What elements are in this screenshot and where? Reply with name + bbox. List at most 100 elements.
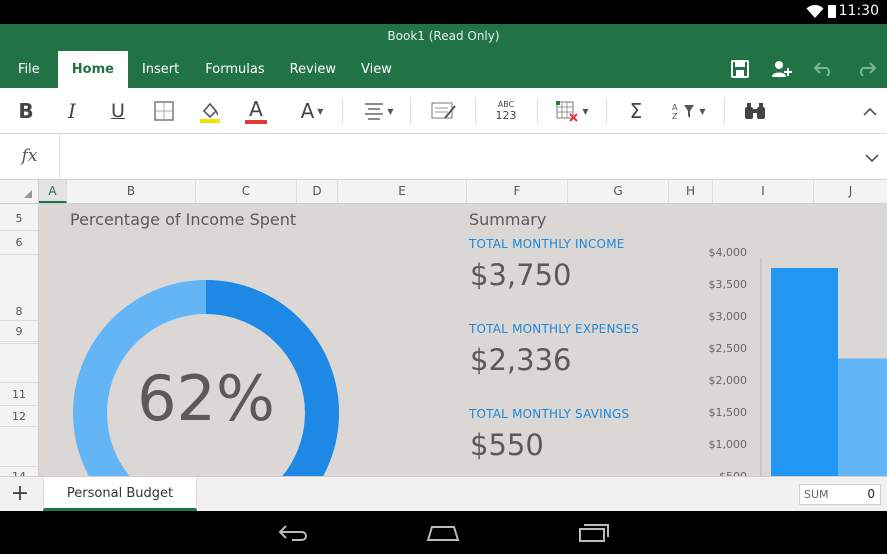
y-tick-label: $2,500 — [709, 342, 748, 355]
row-header-5[interactable]: 5 — [0, 204, 38, 231]
fill-color-icon[interactable] — [196, 96, 224, 126]
status-sum[interactable]: SUM 0 — [799, 484, 881, 505]
font-size-letter: A — [300, 99, 315, 123]
toolbar-divider — [410, 98, 411, 124]
font-size-button[interactable]: A ▼ — [292, 96, 332, 126]
status-bar: 11:30 — [0, 0, 887, 24]
bar — [771, 268, 838, 476]
chevron-down-icon: ▼ — [582, 106, 589, 116]
column-header-i[interactable]: I — [713, 180, 814, 203]
italic-button[interactable]: I — [58, 96, 86, 126]
row-header-12[interactable]: 12 — [0, 406, 38, 427]
borders-icon[interactable] — [150, 96, 178, 126]
wifi-icon — [806, 4, 824, 23]
title-actions — [719, 54, 887, 84]
savings-value: $550 — [470, 428, 544, 462]
tab-insert[interactable]: Insert — [128, 51, 193, 88]
toolbar-divider — [724, 98, 725, 124]
bold-button[interactable]: B — [12, 96, 40, 126]
sort-filter-button[interactable]: A Z ▼ — [668, 96, 710, 126]
ribbon-header: Book1 (Read Only) File Home Insert Formu… — [0, 24, 887, 88]
redo-icon[interactable] — [845, 54, 887, 84]
font-color-bar — [245, 119, 267, 124]
column-header-c[interactable]: C — [196, 180, 297, 203]
select-all-button[interactable] — [0, 180, 39, 203]
document-title: Book1 (Read Only) — [387, 29, 500, 43]
tab-home[interactable]: Home — [57, 51, 128, 88]
svg-text:A: A — [672, 103, 678, 112]
column-header-e[interactable]: E — [338, 180, 467, 203]
toolbar-divider — [475, 98, 476, 124]
row-header-10[interactable]: 10 — [0, 342, 38, 383]
toolbar-divider — [606, 98, 607, 124]
income-bar-chart: $4,000 $3,500 $3,000 $2,500 $2,000 $1,500 $1,0… — [699, 238, 887, 476]
y-tick-label: $1,500 — [709, 406, 748, 419]
row-header-13[interactable]: 13 — [0, 427, 38, 467]
toolbar-divider — [342, 98, 343, 124]
summary-title: Summary — [469, 210, 547, 229]
sum-label: SUM — [804, 488, 829, 501]
toolbar-divider — [537, 98, 538, 124]
income-value: $3,750 — [470, 258, 572, 292]
row-header-8-top — [0, 298, 38, 321]
sheet-tab-bar: + Personal Budget SUM 0 — [0, 476, 887, 511]
y-tick-label: $4,000 — [709, 246, 748, 259]
y-tick-label: $3,000 — [709, 310, 748, 323]
autosum-button[interactable]: Σ — [622, 96, 650, 126]
chevron-down-icon: ▼ — [387, 106, 394, 116]
tab-view[interactable]: View — [349, 51, 404, 88]
y-tick-label: $3,500 — [709, 278, 748, 291]
system-nav-bar — [0, 511, 887, 554]
chevron-down-icon[interactable] — [865, 148, 879, 167]
formula-input[interactable] — [61, 134, 853, 179]
insert-delete-cells-button[interactable]: ▼ — [552, 96, 592, 126]
home-icon[interactable] — [425, 521, 461, 545]
column-header-h[interactable]: H — [669, 180, 713, 203]
row-header-9[interactable]: 9 — [0, 321, 38, 342]
font-color-letter: A — [249, 96, 263, 121]
collapse-ribbon-icon[interactable] — [858, 96, 882, 126]
font-color-button[interactable]: A — [242, 96, 270, 126]
y-tick-label: $2,000 — [709, 374, 748, 387]
sheet-tab-personal-budget[interactable]: Personal Budget — [43, 477, 197, 511]
share-icon[interactable] — [761, 54, 803, 84]
status-time: 11:30 — [838, 3, 879, 19]
undo-icon[interactable] — [803, 54, 845, 84]
column-header-b[interactable]: B — [67, 180, 196, 203]
number-format-bottom: 123 — [495, 109, 517, 122]
back-icon[interactable] — [276, 521, 312, 545]
tab-formulas[interactable]: Formulas — [193, 51, 276, 88]
fx-label[interactable]: fx — [0, 134, 60, 179]
find-icon[interactable] — [740, 96, 770, 126]
row-headers: 5 6 7 8 9 10 11 12 13 14 — [0, 204, 39, 476]
home-toolbar: B I U A A ▼ ▼ ABC 123 ▼ Σ A Z ▼ — [0, 88, 887, 134]
expenses-value: $2,336 — [470, 343, 572, 377]
percentage-title: Percentage of Income Spent — [70, 210, 297, 229]
row-header-6[interactable]: 6 — [0, 231, 38, 255]
column-header-j[interactable]: J — [814, 180, 887, 203]
tab-file[interactable]: File — [0, 51, 58, 88]
column-header-g[interactable]: G — [568, 180, 669, 203]
wrap-text-icon[interactable] — [428, 96, 460, 126]
row-header-14[interactable]: 14 — [0, 467, 38, 476]
align-button[interactable]: ▼ — [360, 96, 398, 126]
sum-value: 0 — [867, 487, 875, 501]
recent-apps-icon[interactable] — [576, 521, 612, 545]
add-sheet-button[interactable]: + — [0, 477, 40, 511]
column-header-f[interactable]: F — [467, 180, 568, 203]
column-headers: A B C D E F G H I J — [0, 180, 887, 204]
tab-review[interactable]: Review — [277, 51, 349, 88]
worksheet[interactable]: Percentage of Income Spent 62% Summary T… — [39, 204, 887, 476]
battery-icon — [828, 5, 836, 18]
row-header-11[interactable]: 11 — [0, 383, 38, 406]
svg-text:Z: Z — [672, 112, 678, 120]
underline-button[interactable]: U — [104, 96, 132, 126]
expenses-label: TOTAL MONTHLY EXPENSES — [469, 322, 640, 336]
income-label: TOTAL MONTHLY INCOME — [469, 237, 625, 251]
column-header-d[interactable]: D — [297, 180, 338, 203]
column-header-a[interactable]: A — [39, 180, 67, 203]
chevron-down-icon: ▼ — [317, 106, 324, 116]
save-icon[interactable] — [719, 54, 761, 84]
number-format-button[interactable]: ABC 123 — [490, 96, 522, 126]
chevron-down-icon: ▼ — [699, 106, 706, 116]
